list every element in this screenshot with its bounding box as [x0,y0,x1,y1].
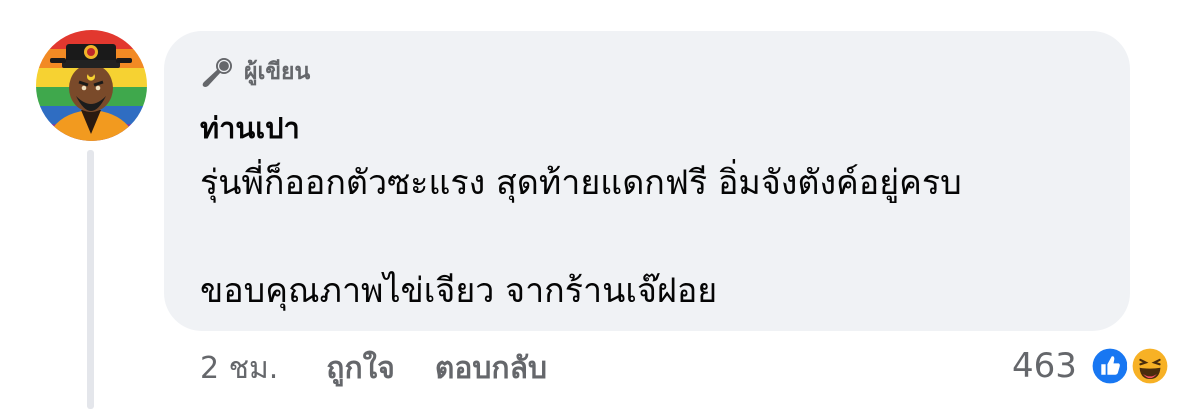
like-button[interactable]: ถูกใจ [326,348,395,390]
author-badge-label: ผู้เขียน [244,59,311,85]
haha-reaction-icon [1126,343,1173,389]
reply-button[interactable]: ตอบกลับ [435,348,547,390]
comment-author-name[interactable]: ท่านเปา [200,108,300,148]
avatar[interactable] [36,30,147,141]
author-badge: ผู้เขียน [200,52,310,92]
comment-timestamp[interactable]: 2 ชม. [200,348,278,390]
comment-actions: 2 ชม. ถูกใจ ตอบกลับ [200,348,547,390]
thread-line [87,150,94,409]
reaction-count: 463 [1012,346,1077,386]
comment-text-line: รุ่นพี่ก็ออกตัวซะแรง สุดท้ายแดกฟรี อิ่มจ… [200,163,962,203]
comment-text-line: ขอบคุณภาพไข่เจียว จากร้านเจ๊ฝอย [200,271,718,311]
avatar-image [36,30,147,141]
comment-thread: ผู้เขียน ท่านเปา รุ่นพี่ก็ออกตัวซะแรง สุ… [0,0,1200,409]
reaction-summary[interactable]: 463 [1012,342,1173,390]
microphone-icon [202,58,232,87]
